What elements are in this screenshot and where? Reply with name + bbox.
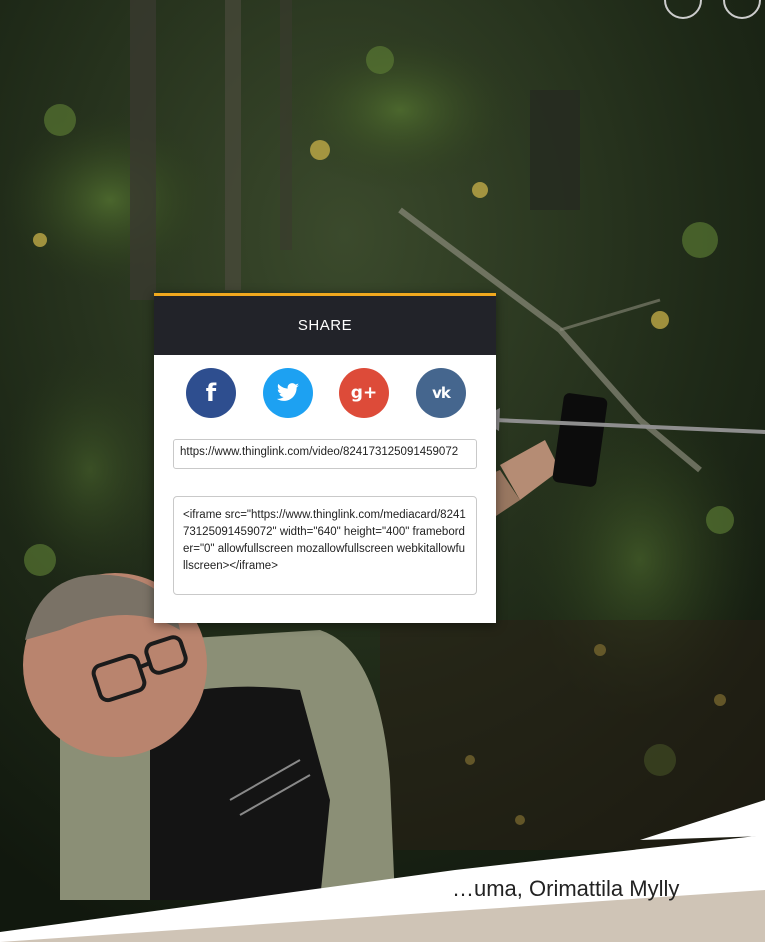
google-plus-share-button[interactable]: g+ xyxy=(339,368,389,418)
embed-code-field[interactable]: <iframe src="https://www.thinglink.com/m… xyxy=(173,496,477,595)
social-share-row: f g+ vk xyxy=(184,368,468,420)
share-modal: SHARE f g+ vk https://www.thinglink.com/… xyxy=(154,293,496,623)
share-modal-header: SHARE xyxy=(154,293,496,355)
share-url-field[interactable]: https://www.thinglink.com/video/82417312… xyxy=(173,439,477,469)
google-plus-icon: g+ xyxy=(350,383,378,403)
share-modal-title: SHARE xyxy=(297,317,353,334)
twitter-share-button[interactable] xyxy=(263,368,313,418)
twitter-icon xyxy=(276,383,299,401)
facebook-share-button[interactable]: f xyxy=(186,368,236,418)
facebook-icon: f xyxy=(205,379,217,407)
vk-icon: vk xyxy=(432,384,451,402)
vk-share-button[interactable]: vk xyxy=(416,368,466,418)
caption-text: …uma, Orimattila Mylly xyxy=(452,876,680,901)
